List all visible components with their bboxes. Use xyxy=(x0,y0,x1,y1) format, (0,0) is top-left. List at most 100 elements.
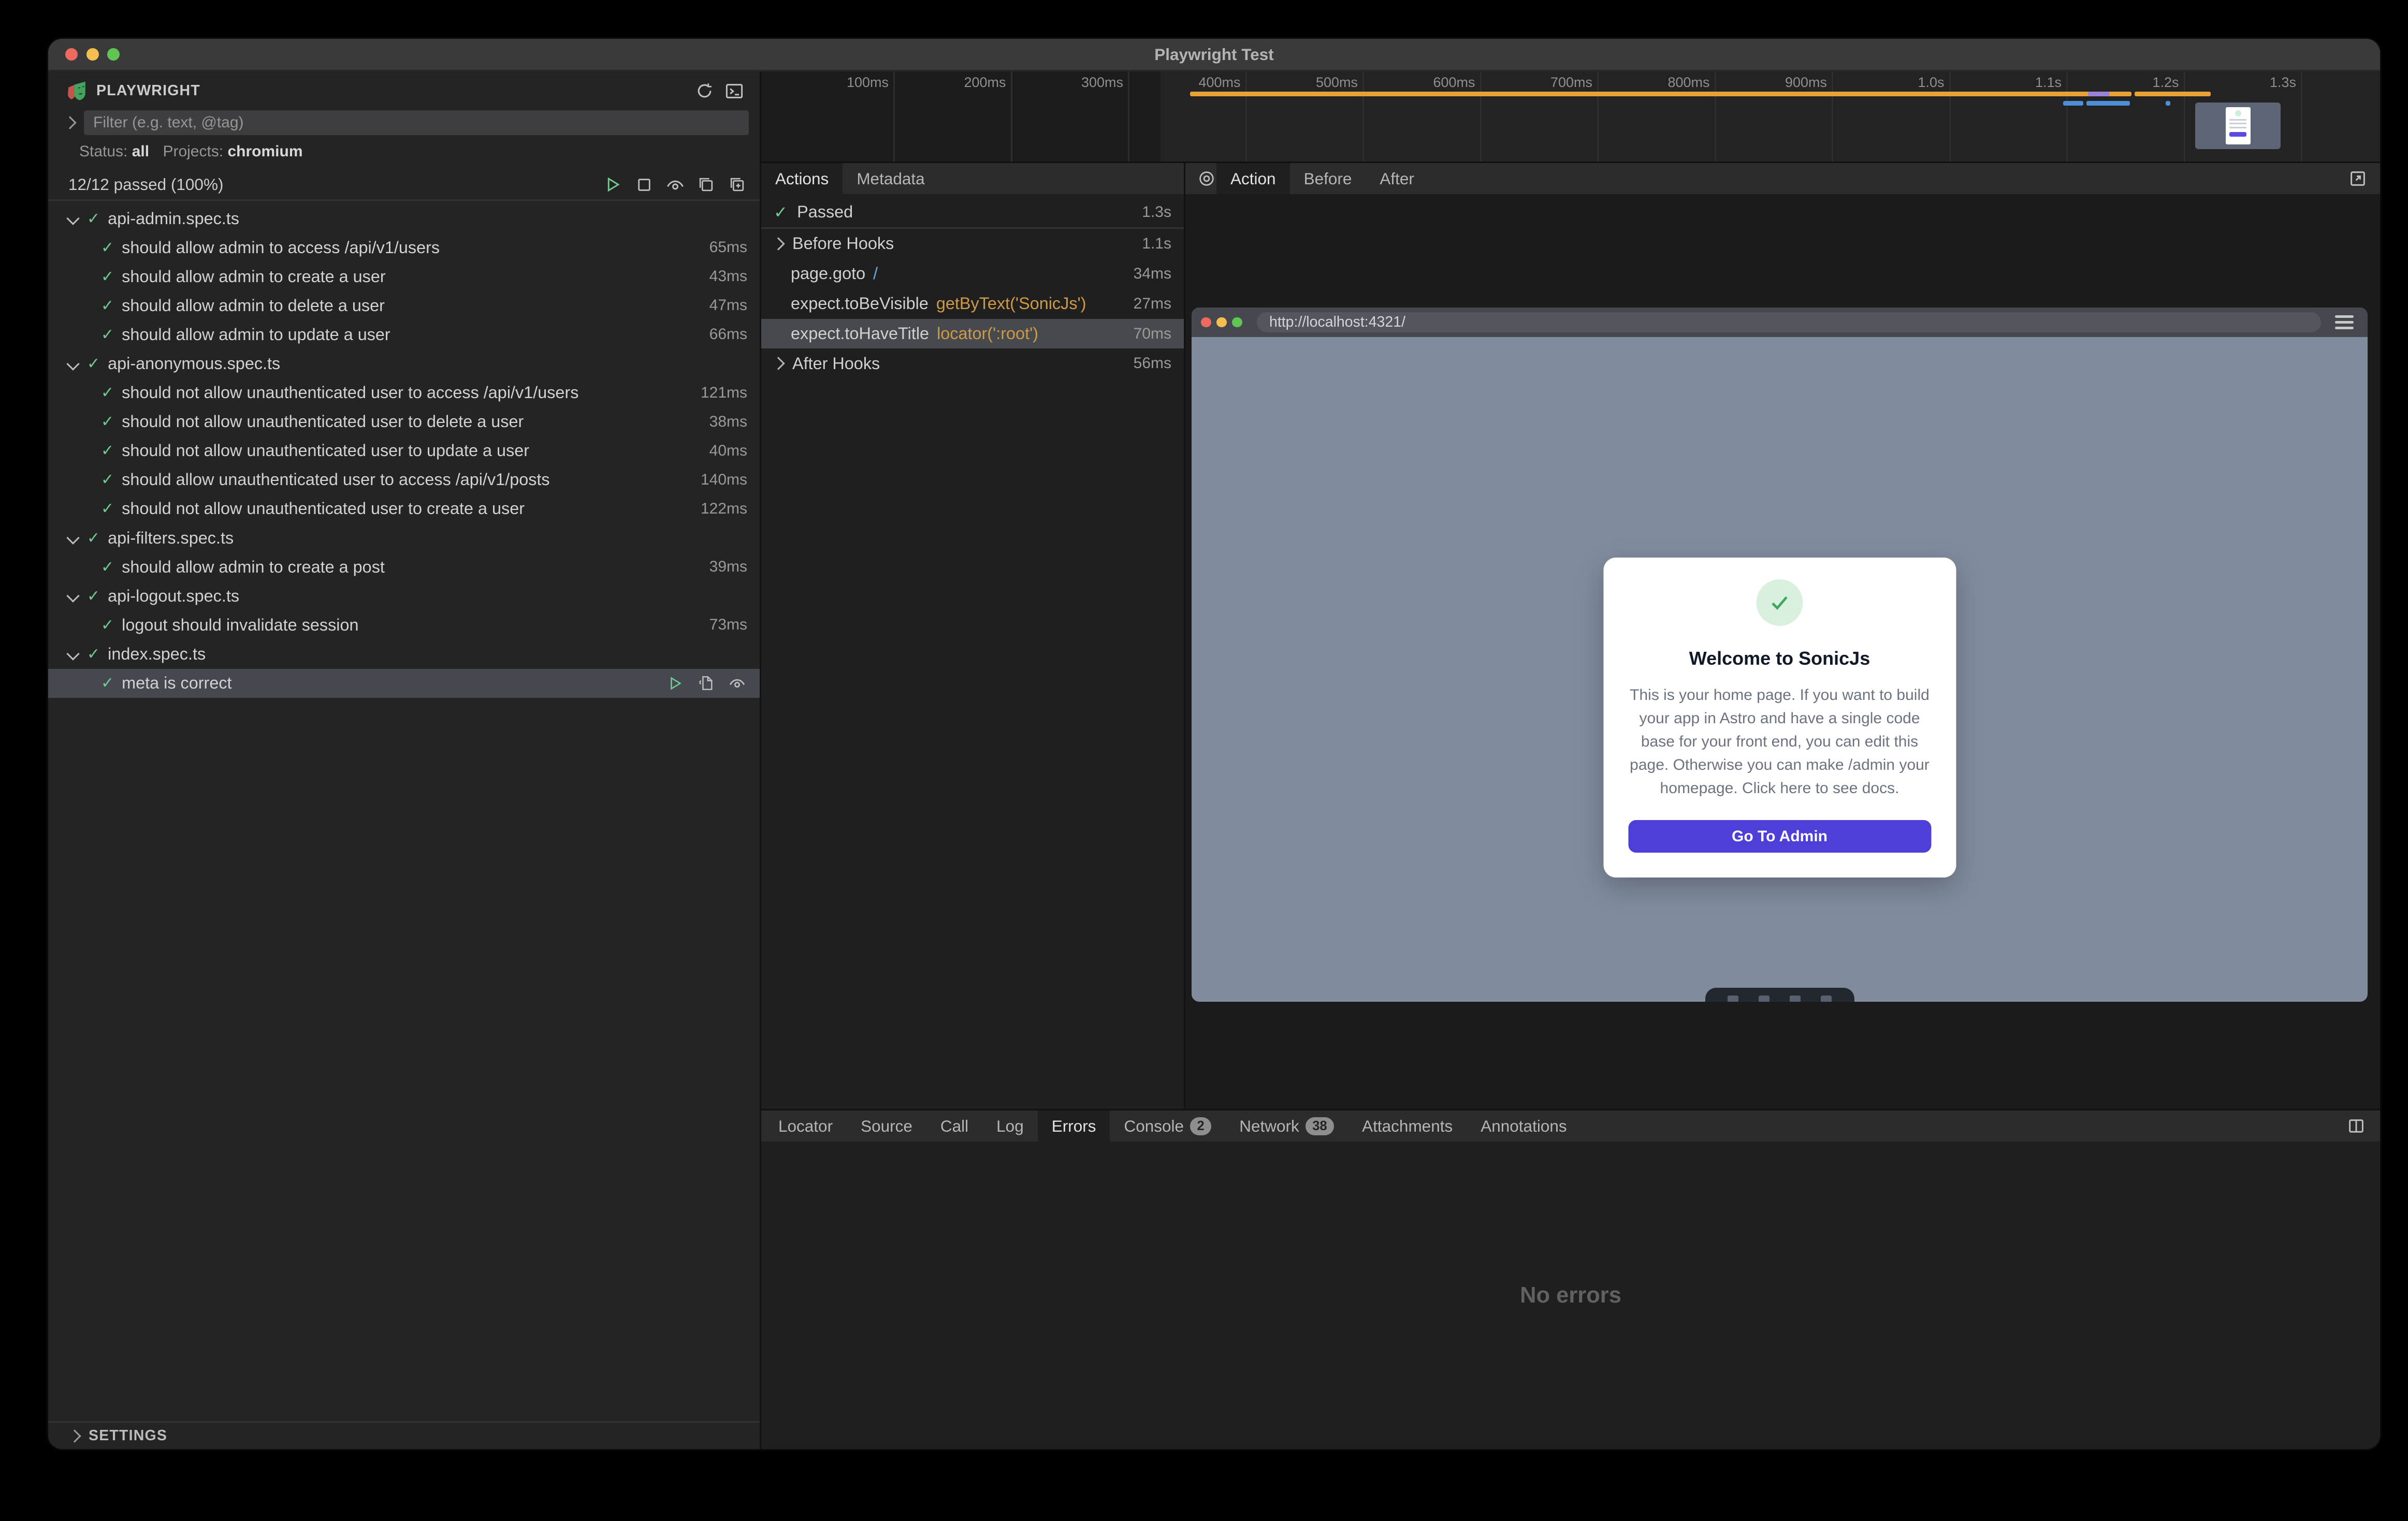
chevron-down-icon[interactable] xyxy=(66,531,79,544)
status-line[interactable]: Status: all Projects: chromium xyxy=(48,135,760,167)
step-locator: locator(':root') xyxy=(937,324,1124,343)
chevron-right-icon[interactable] xyxy=(772,357,785,370)
step-label: After Hooks xyxy=(792,354,880,373)
step-duration: 70ms xyxy=(1124,325,1171,343)
test-name: should allow admin to create a user xyxy=(122,267,709,286)
chevron-down-icon[interactable] xyxy=(66,648,79,661)
timeline-screenshot-thumbnail[interactable] xyxy=(2195,103,2281,149)
test-tree-row[interactable]: ✓ should not allow unauthenticated user … xyxy=(48,407,760,436)
menu-icon[interactable] xyxy=(2335,315,2354,329)
browser-zoom-button xyxy=(1232,317,1242,328)
chevron-down-icon[interactable] xyxy=(66,357,79,370)
welcome-card: Welcome to SonicJs This is your home pag… xyxy=(1603,558,1956,878)
details-tab[interactable]: Source xyxy=(847,1110,926,1142)
test-tree-row[interactable]: ✓ api-admin.spec.ts xyxy=(48,204,760,233)
action-step-row[interactable]: ✓ expect.toBeVisible getByText('SonicJs'… xyxy=(761,289,1184,319)
timeline-purple-bar xyxy=(2088,92,2110,96)
test-tree-row[interactable]: ✓ should allow unauthenticated user to a… xyxy=(48,465,760,494)
timeline-ruler: 100ms200ms300ms400ms500ms600ms700ms800ms… xyxy=(761,71,2380,162)
test-tree-row[interactable]: ✓ api-logout.spec.ts xyxy=(48,581,760,610)
terminal-icon[interactable] xyxy=(724,81,744,101)
test-tree-row[interactable]: ✓ index.spec.ts xyxy=(48,639,760,668)
status-value[interactable]: all xyxy=(132,143,149,160)
collapse-all-button[interactable] xyxy=(696,174,716,195)
test-tree-row[interactable]: ✓ should allow admin to create a user xyxy=(48,262,760,291)
settings-label: SETTINGS xyxy=(89,1427,167,1444)
test-tree-row[interactable]: ✓ should allow admin to delete a user xyxy=(48,291,760,320)
chevron-right-icon[interactable] xyxy=(772,237,785,250)
details-tab[interactable]: Annotations xyxy=(1467,1110,1580,1142)
test-duration: 65ms xyxy=(709,239,747,256)
filter-input[interactable] xyxy=(84,110,749,135)
test-name: should not allow unauthenticated user to… xyxy=(122,383,701,402)
playwright-logo-icon xyxy=(67,81,87,101)
test-tree-row[interactable]: ✓ meta is correct xyxy=(48,669,760,698)
details-tab[interactable]: Log xyxy=(982,1110,1038,1142)
expand-all-button[interactable] xyxy=(727,174,747,195)
test-tree-row[interactable]: ✓ should allow admin to create a post xyxy=(48,552,760,581)
test-tree-row[interactable]: ✓ api-filters.spec.ts xyxy=(48,523,760,552)
success-circle xyxy=(1757,579,1803,626)
details-tab[interactable]: Attachments xyxy=(1348,1110,1467,1142)
run-test-button[interactable] xyxy=(665,673,685,693)
test-tree-row[interactable]: ✓ should not allow unauthenticated user … xyxy=(48,436,760,465)
action-step-row[interactable]: ✓ expect.toHaveTitle locator(':root') 70… xyxy=(761,319,1184,349)
timeline-blue-bar xyxy=(2063,101,2083,106)
details-tab[interactable]: Locator xyxy=(764,1110,847,1142)
watch-all-button[interactable] xyxy=(665,174,685,195)
pass-check-icon: ✓ xyxy=(101,674,114,692)
snapshot-tab[interactable]: Before xyxy=(1290,163,1366,194)
welcome-title: Welcome to SonicJs xyxy=(1628,648,1931,669)
timeline-tick-label: 1.0s xyxy=(1833,71,1951,162)
actions-panel-tab[interactable]: Metadata xyxy=(843,163,938,194)
pass-check-icon: ✓ xyxy=(87,587,100,605)
address-bar[interactable]: http://localhost:4321/ xyxy=(1257,312,2321,332)
desktop: Playwright Test PLAYWRIGHT xyxy=(0,0,2408,1521)
snapshot-tab[interactable]: After xyxy=(1366,163,1428,194)
step-label: Before Hooks xyxy=(792,234,894,253)
pass-check-icon: ✓ xyxy=(774,202,788,222)
test-tree-row[interactable]: ✓ should allow admin to access /api/v1/u… xyxy=(48,233,760,262)
watch-test-button[interactable] xyxy=(727,673,747,693)
settings-section[interactable]: SETTINGS xyxy=(48,1421,760,1449)
snapshot-tab[interactable]: Action xyxy=(1216,163,1290,194)
toolbar-glyph-icon xyxy=(1759,996,1769,1002)
pass-check-icon: ✓ xyxy=(101,558,114,576)
timeline-tick-label: 1.2s xyxy=(2068,71,2185,162)
projects-value[interactable]: chromium xyxy=(228,143,303,160)
test-name: should allow admin to create a post xyxy=(122,558,709,577)
details-tab[interactable]: Network 38 xyxy=(1225,1110,1348,1142)
test-tree-row[interactable]: ✓ api-anonymous.spec.ts xyxy=(48,349,760,378)
reload-tests-icon[interactable] xyxy=(694,81,715,101)
run-all-button[interactable] xyxy=(603,174,623,195)
test-tree-row[interactable]: ✓ should not allow unauthenticated user … xyxy=(48,494,760,523)
test-tree-row[interactable]: ✓ logout should invalidate session xyxy=(48,610,760,639)
pass-check-icon: ✓ xyxy=(101,413,114,431)
pick-locator-target-icon[interactable] xyxy=(1196,169,1216,189)
open-external-icon[interactable] xyxy=(2347,169,2368,189)
action-step-row[interactable]: ✓ Before Hooks 1.1s xyxy=(761,229,1184,259)
tab-label: Metadata xyxy=(857,169,924,188)
trace-timeline[interactable]: 100ms200ms300ms400ms500ms600ms700ms800ms… xyxy=(761,71,2380,163)
action-step-row[interactable]: ✓ page.goto / 34ms xyxy=(761,259,1184,289)
test-tree: ✓ api-admin.spec.ts xyxy=(48,201,760,1421)
actions-panel-tab[interactable]: Actions xyxy=(761,163,843,194)
action-step-row[interactable]: ✓ After Hooks 56ms xyxy=(761,348,1184,378)
chevron-down-icon[interactable] xyxy=(66,590,79,603)
timeline-tick-label: 900ms xyxy=(1716,71,1834,162)
stop-button[interactable] xyxy=(634,174,654,195)
go-to-admin-button[interactable]: Go To Admin xyxy=(1628,820,1931,853)
filter-expand-chevron-icon[interactable] xyxy=(63,116,76,129)
details-tab[interactable]: Call xyxy=(926,1110,982,1142)
test-tree-row[interactable]: ✓ should allow admin to update a user xyxy=(48,320,760,349)
chevron-down-icon[interactable] xyxy=(66,212,79,225)
test-tree-row[interactable]: ✓ should not allow unauthenticated user … xyxy=(48,378,760,407)
split-panel-icon[interactable] xyxy=(2346,1116,2366,1136)
show-source-button[interactable] xyxy=(696,673,716,693)
toolbar-glyph-icon xyxy=(1790,996,1801,1002)
playwright-window: Playwright Test PLAYWRIGHT xyxy=(48,39,2380,1449)
action-step-row[interactable]: ✓ Passed 1.3s xyxy=(761,197,1184,229)
step-duration: 1.1s xyxy=(1133,235,1171,253)
details-tab[interactable]: Errors xyxy=(1038,1110,1110,1142)
details-tab[interactable]: Console 2 xyxy=(1110,1110,1225,1142)
